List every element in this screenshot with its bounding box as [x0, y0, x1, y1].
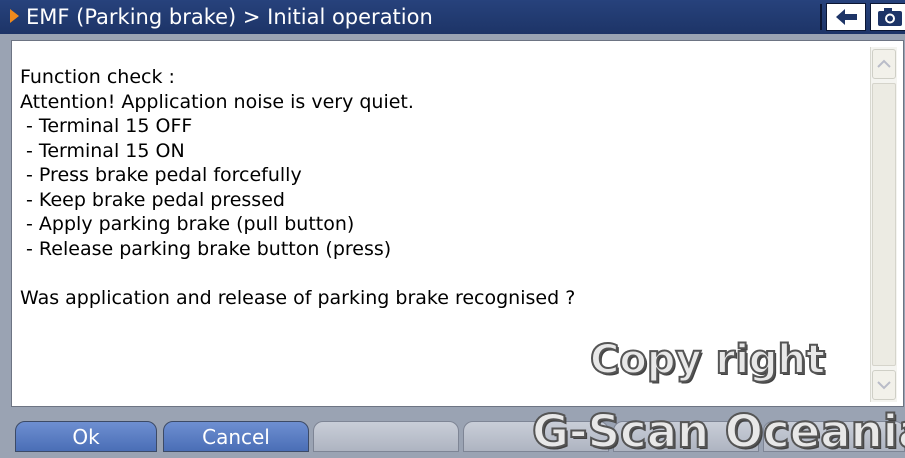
window-title: EMF (Parking brake) > Initial operation — [26, 5, 433, 29]
message-line: - Terminal 15 ON — [20, 139, 185, 162]
message-line: - Release parking brake button (press) — [20, 237, 392, 260]
message-line: - Keep brake pedal pressed — [20, 188, 285, 211]
message-line: - Press brake pedal forcefully — [20, 164, 302, 186]
message-line: - Apply parking brake (pull button) — [20, 213, 355, 235]
message-line: Function check : — [20, 66, 175, 88]
back-arrow-icon — [836, 9, 857, 25]
chevron-down-icon — [877, 381, 891, 390]
scroll-thumb[interactable] — [872, 83, 896, 366]
message-line: Was application and release of parking b… — [20, 286, 576, 309]
scroll-down-button[interactable] — [872, 370, 896, 400]
back-button[interactable] — [826, 3, 866, 31]
title-arrow-icon — [10, 9, 19, 23]
title-separator — [820, 4, 822, 30]
message-line — [20, 261, 865, 286]
vertical-scrollbar[interactable] — [870, 47, 897, 402]
watermark-brand: G-Scan Oceania — [531, 404, 905, 458]
cancel-button[interactable]: Cancel — [163, 421, 309, 452]
ok-button[interactable]: Ok — [15, 421, 157, 452]
message-line: Attention! Application noise is very qui… — [20, 90, 414, 113]
chevron-up-icon — [877, 59, 891, 68]
camera-icon — [878, 8, 902, 26]
message-line: - Terminal 15 OFF — [20, 115, 193, 137]
watermark-copyright: Copy right — [589, 336, 826, 384]
title-bar: EMF (Parking brake) > Initial operation — [0, 0, 905, 34]
scroll-up-button[interactable] — [872, 49, 896, 79]
function-button-3[interactable] — [313, 421, 459, 452]
camera-button[interactable] — [870, 3, 905, 31]
message-text: Function check : Attention! Application … — [20, 65, 865, 310]
